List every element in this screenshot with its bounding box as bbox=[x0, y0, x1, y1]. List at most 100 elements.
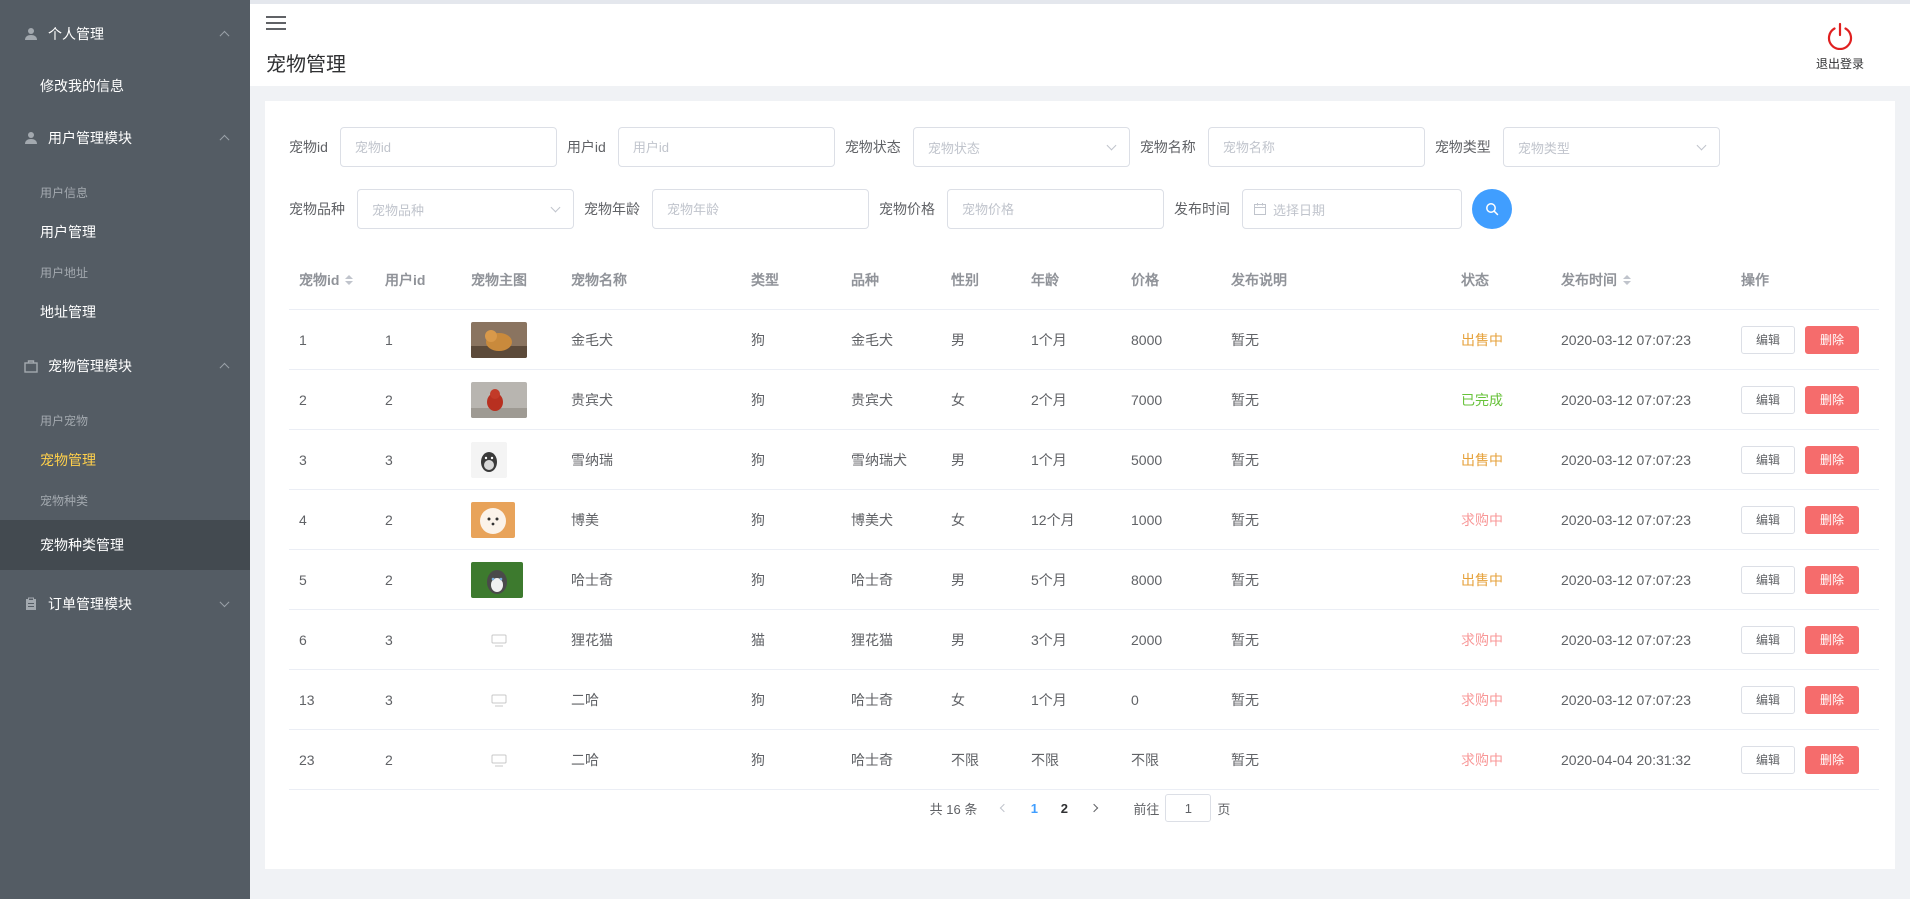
pet-name-cell: 雪纳瑞 bbox=[561, 450, 741, 470]
goto-page-input[interactable] bbox=[1165, 794, 1212, 822]
filter-label: 用户id bbox=[566, 139, 606, 155]
column-label: 年龄 bbox=[1031, 271, 1059, 288]
publish-time-cell: 2020-03-12 07:07:23 bbox=[1551, 572, 1731, 588]
goto-prefix: 前往 bbox=[1133, 801, 1160, 817]
column-label: 宠物id bbox=[299, 271, 340, 288]
sidebar-item-user-address[interactable]: 用户地址 bbox=[0, 252, 250, 292]
page-number[interactable]: 2 bbox=[1049, 801, 1079, 816]
pet-price-input[interactable] bbox=[947, 189, 1164, 229]
sidebar-item-label: 用户地址 bbox=[40, 265, 89, 280]
cell-text: 雪纳瑞犬 bbox=[851, 451, 907, 468]
sort-icon[interactable] bbox=[345, 274, 354, 285]
cell-text: 狗 bbox=[751, 331, 765, 348]
pet-age-input[interactable] bbox=[652, 189, 869, 229]
main-image-cell bbox=[461, 441, 561, 478]
sidebar-group-label: 订单管理模块 bbox=[48, 596, 132, 612]
delete-button[interactable]: 删除 bbox=[1805, 745, 1860, 774]
column-header-user-id: 用户id bbox=[375, 270, 461, 290]
column-label: 状态 bbox=[1461, 271, 1489, 288]
pet-type-select[interactable]: 宠物类型 bbox=[1502, 127, 1720, 167]
cell-text: 2020-03-12 07:07:23 bbox=[1561, 631, 1691, 648]
cell-text: 暂无 bbox=[1231, 331, 1259, 348]
user-id-input[interactable] bbox=[617, 127, 835, 167]
column-header-publish-time[interactable]: 发布时间 bbox=[1551, 270, 1731, 290]
page-number[interactable]: 1 bbox=[1019, 801, 1049, 816]
price-cell: 1000 bbox=[1121, 512, 1221, 528]
edit-button[interactable]: 编辑 bbox=[1741, 625, 1796, 654]
user-id-cell: 3 bbox=[375, 452, 461, 468]
next-page-icon[interactable] bbox=[1079, 803, 1109, 813]
cell-text: 出售中 bbox=[1461, 331, 1503, 348]
sidebar-group-user-management[interactable]: 用户管理模块 bbox=[0, 104, 250, 172]
edit-button[interactable]: 编辑 bbox=[1741, 745, 1796, 774]
sex-cell: 不限 bbox=[941, 750, 1021, 770]
sort-icon[interactable] bbox=[1623, 274, 1631, 285]
sidebar-item-edit-my-info[interactable]: 修改我的信息 bbox=[0, 68, 250, 104]
pet-name-cell: 金毛犬 bbox=[561, 330, 741, 350]
edit-button[interactable]: 编辑 bbox=[1741, 505, 1796, 534]
publish-time-cell: 2020-03-12 07:07:23 bbox=[1551, 452, 1731, 468]
sidebar-group-personal[interactable]: 个人管理 bbox=[0, 0, 250, 68]
cell-text: 暂无 bbox=[1231, 691, 1259, 708]
sidebar-item-pet-category[interactable]: 宠物种类 bbox=[0, 480, 250, 520]
pet-breed-select[interactable]: 宠物品种 bbox=[357, 189, 574, 229]
cell-text: 猫 bbox=[751, 631, 765, 648]
edit-button[interactable]: 编辑 bbox=[1741, 385, 1796, 414]
delete-button[interactable]: 删除 bbox=[1805, 565, 1860, 594]
delete-button[interactable]: 删除 bbox=[1805, 325, 1860, 354]
column-header-pet-id[interactable]: 宠物id bbox=[289, 270, 375, 290]
sidebar-group-pet-management[interactable]: 宠物管理模块 bbox=[0, 332, 250, 400]
age-cell: 5个月 bbox=[1021, 570, 1121, 590]
status-cell: 出售中 bbox=[1451, 330, 1551, 350]
sidebar-item-address-management[interactable]: 地址管理 bbox=[0, 292, 250, 332]
edit-button[interactable]: 编辑 bbox=[1741, 445, 1796, 474]
cell-text: 狗 bbox=[751, 451, 765, 468]
sidebar-item-label: 宠物管理 bbox=[40, 452, 96, 468]
delete-button[interactable]: 删除 bbox=[1805, 445, 1860, 474]
cell-text: 5个月 bbox=[1031, 571, 1067, 588]
filter-label: 宠物品种 bbox=[289, 201, 345, 217]
cell-text: 1000 bbox=[1131, 511, 1163, 528]
sidebar-item-user-management[interactable]: 用户管理 bbox=[0, 212, 250, 252]
chevron-down-icon bbox=[1106, 140, 1117, 150]
edit-button[interactable]: 编辑 bbox=[1741, 565, 1796, 594]
delete-button[interactable]: 删除 bbox=[1805, 625, 1860, 654]
pet-name-input[interactable] bbox=[1207, 127, 1425, 167]
cell-text: 哈士奇 bbox=[851, 691, 893, 708]
delete-button[interactable]: 删除 bbox=[1805, 385, 1860, 414]
type-cell: 狗 bbox=[741, 450, 841, 470]
delete-button[interactable]: 删除 bbox=[1805, 505, 1860, 534]
actions-cell: 编辑 删除 bbox=[1731, 625, 1879, 654]
price-cell: 8000 bbox=[1121, 572, 1221, 588]
edit-button[interactable]: 编辑 bbox=[1741, 325, 1796, 354]
sidebar-item-pet-category-management[interactable]: 宠物种类管理 bbox=[0, 520, 250, 570]
menu-collapse-icon[interactable] bbox=[266, 16, 286, 34]
cell-text: 男 bbox=[951, 451, 965, 468]
type-cell: 狗 bbox=[741, 570, 841, 590]
column-label: 价格 bbox=[1131, 271, 1159, 288]
pet-id-cell: 2 bbox=[289, 392, 375, 408]
sidebar-item-label: 宠物种类管理 bbox=[40, 537, 124, 553]
delete-button[interactable]: 删除 bbox=[1805, 685, 1860, 714]
table-row: 3 3 雪纳瑞 狗 雪纳瑞犬 男 1个月 5000 暂无 出售中 2020-03-12 07:07:… bbox=[289, 430, 1879, 490]
sidebar-item-user-pets[interactable]: 用户宠物 bbox=[0, 400, 250, 440]
edit-button[interactable]: 编辑 bbox=[1741, 685, 1796, 714]
pet-status-select[interactable]: 宠物状态 bbox=[912, 127, 1130, 167]
prev-page-icon[interactable] bbox=[989, 803, 1019, 813]
column-header-main-image: 宠物主图 bbox=[461, 270, 561, 290]
cell-text: 23 bbox=[299, 751, 315, 768]
sidebar-item-user-info[interactable]: 用户信息 bbox=[0, 172, 250, 212]
pet-id-input[interactable] bbox=[339, 127, 557, 167]
breed-cell: 博美犬 bbox=[841, 510, 941, 530]
cell-text: 求购中 bbox=[1461, 631, 1503, 648]
breed-cell: 雪纳瑞犬 bbox=[841, 450, 941, 470]
search-button[interactable] bbox=[1472, 189, 1512, 229]
cell-text: 2020-03-12 07:07:23 bbox=[1561, 451, 1691, 468]
sidebar-group-order-management[interactable]: 订单管理模块 bbox=[0, 570, 250, 638]
actions-cell: 编辑 删除 bbox=[1731, 565, 1879, 594]
filter-label: 宠物类型 bbox=[1434, 139, 1491, 155]
sidebar-item-pet-management[interactable]: 宠物管理 bbox=[0, 440, 250, 480]
publish-date-picker[interactable]: 选择日期 bbox=[1242, 189, 1462, 229]
logout-button[interactable]: 退出登录 bbox=[1810, 22, 1870, 72]
filter-row-2: 宠物品种 宠物品种 宠物年龄 宠物价格 发布时间 选择日期 bbox=[289, 189, 1512, 229]
